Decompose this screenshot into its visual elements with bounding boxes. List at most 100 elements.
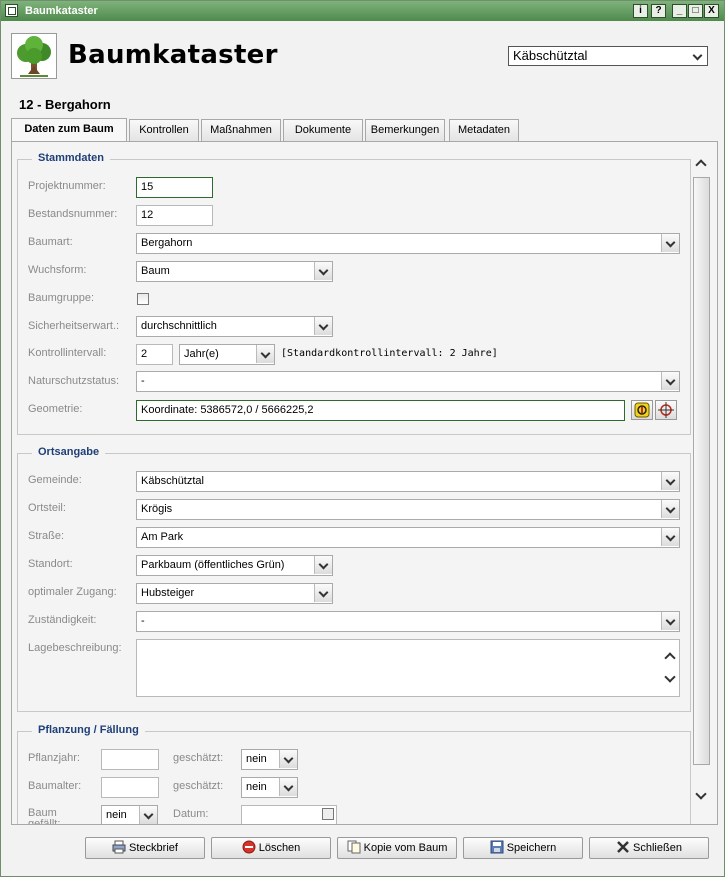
loeschen-button[interactable]: Löschen [211,837,331,859]
tab-dokumente[interactable]: Dokumente [283,119,363,141]
ortsteil-value: Krögis [141,503,173,515]
chevron-down-icon[interactable] [314,317,332,335]
zugang-label: optimaler Zugang: [28,586,117,598]
zustaendigkeit-value: - [141,615,145,627]
chevron-down-icon[interactable] [661,612,679,630]
scroll-up-icon[interactable] [695,159,707,171]
lagebeschreibung-textarea[interactable] [136,639,680,697]
ortsteil-select[interactable]: Krögis [136,499,680,520]
standort-select[interactable]: Parkbaum (öffentliches Grün) [136,555,333,576]
loeschen-label: Löschen [258,842,301,854]
ortsteil-label: Ortsteil: [28,502,66,514]
tab-daten-zum-baum[interactable]: Daten zum Baum [11,118,127,142]
baumalter-label: Baumalter: [28,780,82,792]
strasse-label: Straße: [28,530,65,542]
baumgruppe-checkbox[interactable] [137,293,149,305]
chevron-down-icon[interactable] [256,345,274,363]
baumalter-geschaetzt-value: nein [246,781,267,793]
title-bar[interactable]: Baumkataster i ? _ □ X [1,1,724,21]
baumalter-geschaetzt-select[interactable]: nein [241,777,298,798]
maximize-button[interactable]: □ [688,4,703,18]
gemeinde-select[interactable]: Käbschütztal [136,471,680,492]
close-window-button[interactable]: X [704,4,719,18]
baumart-label: Baumart: [28,236,73,248]
ortsangabe-section: Ortsangabe Gemeinde: Käbschütztal Ortste… [17,446,691,712]
chevron-down-icon[interactable] [139,806,157,824]
chevron-down-icon[interactable] [314,556,332,574]
record-title: 12 - Bergahorn [19,97,111,112]
tab-bemerkungen[interactable]: Bemerkungen [365,119,445,141]
pflanzjahr-input[interactable] [101,749,159,770]
pflanzjahr-geschaetzt-label: geschätzt: [173,752,224,764]
datum-label: Datum: [173,808,209,820]
projektnummer-input[interactable]: 15 [136,177,213,198]
pflanzjahr-label: Pflanzjahr: [28,752,80,764]
map-pick-icon[interactable] [631,400,653,420]
sicherheitserwart-select[interactable]: durchschnittlich [136,316,333,337]
zustaendigkeit-select[interactable]: - [136,611,680,632]
baumart-value: Bergahorn [141,237,193,249]
stammdaten-legend: Stammdaten [32,152,111,164]
zugang-select[interactable]: Hubsteiger [136,583,333,604]
chevron-down-icon[interactable] [661,372,679,390]
chevron-down-icon[interactable] [661,472,679,490]
app-title: Baumkataster [68,40,278,70]
chevron-down-icon[interactable] [661,234,679,252]
gemeinde-label: Gemeinde: [28,474,82,486]
stammdaten-section: Stammdaten Projektnummer: 15 Bestandsnum… [17,152,691,435]
lagebeschreibung-label: Lagebeschreibung: [28,642,122,654]
geometrie-label: Geometrie: [28,403,83,415]
zugang-value: Hubsteiger [141,587,195,599]
help-button[interactable]: ? [651,4,666,18]
save-icon [490,840,504,854]
kontrollintervall-unit-value: Jahr(e) [184,348,219,360]
steckbrief-button[interactable]: Steckbrief [85,837,205,859]
speichern-button[interactable]: Speichern [463,837,583,859]
tab-metadaten[interactable]: Metadaten [449,119,519,141]
chevron-down-icon[interactable] [664,671,676,683]
scroll-down-icon[interactable] [695,788,707,800]
info-button[interactable]: i [633,4,648,18]
naturschutzstatus-select[interactable]: - [136,371,680,392]
municipality-select-value: Käbschütztal [513,48,588,63]
chevron-down-icon[interactable] [661,500,679,518]
ortsangabe-legend: Ortsangabe [32,446,106,458]
municipality-select[interactable]: Käbschütztal [508,46,708,66]
chevron-up-icon[interactable] [664,652,676,664]
kopie-button[interactable]: Kopie vom Baum [337,837,457,859]
geometrie-input[interactable]: Koordinate: 5386572,0 / 5666225,2 [136,400,625,421]
gefaellt-label: Baum gefällt: [28,807,61,825]
chevron-down-icon[interactable] [661,528,679,546]
chevron-down-icon[interactable] [314,584,332,602]
baumart-select[interactable]: Bergahorn [136,233,680,254]
tab-panel: Stammdaten Projektnummer: 15 Bestandsnum… [11,141,718,825]
window-icon [5,4,18,17]
chevron-down-icon[interactable] [314,262,332,280]
chevron-down-icon[interactable] [279,750,297,768]
minimize-button[interactable]: _ [672,4,687,18]
baumalter-input[interactable] [101,777,159,798]
kontrollintervall-input[interactable]: 2 [136,344,173,365]
pflanzung-section: Pflanzung / Fällung Pflanzjahr: geschätz… [17,724,691,825]
chevron-down-icon[interactable] [279,778,297,796]
vertical-scrollbar[interactable] [693,149,710,811]
schliessen-label: Schließen [633,842,682,854]
tab-kontrollen[interactable]: Kontrollen [129,119,199,141]
tab-massnahmen[interactable]: Maßnahmen [201,119,281,141]
crosshair-icon[interactable] [655,400,677,420]
wuchsform-select[interactable]: Baum [136,261,333,282]
calendar-icon[interactable] [322,808,334,820]
strasse-select[interactable]: Am Park [136,527,680,548]
window-title: Baumkataster [25,5,98,17]
kontrollintervall-unit-select[interactable]: Jahr(e) [179,344,275,365]
pflanzjahr-geschaetzt-select[interactable]: nein [241,749,298,770]
gefaellt-select[interactable]: nein [101,805,158,824]
projektnummer-label: Projektnummer: [28,180,106,192]
scroll-thumb[interactable] [693,177,710,765]
bestandsnummer-input[interactable]: 12 [136,205,213,226]
chevron-down-icon[interactable] [689,47,707,65]
naturschutzstatus-value: - [141,375,145,387]
schliessen-button[interactable]: Schließen [589,837,709,859]
wuchsform-label: Wuchsform: [28,264,87,276]
standort-label: Standort: [28,558,73,570]
